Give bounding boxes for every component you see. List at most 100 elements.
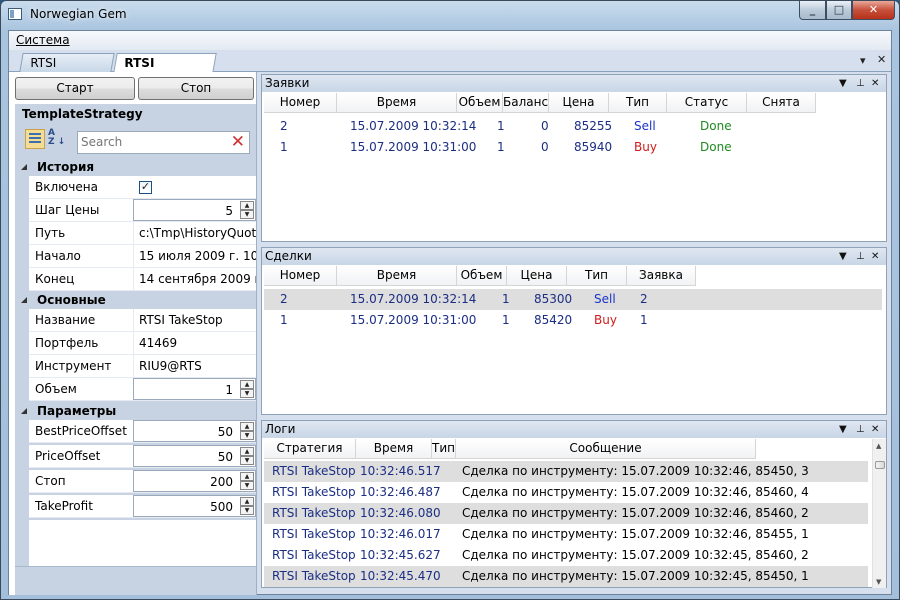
table-row[interactable]: RTSI TakeStop 10:32:46.487 Сделка по инс…: [264, 482, 868, 503]
app-icon[interactable]: [8, 8, 22, 20]
spinner[interactable]: ▲ ▼: [240, 447, 254, 466]
panel-close-icon[interactable]: ✕: [871, 249, 879, 265]
table-row[interactable]: 2 15.07.2009 10:32:14 1 0 85255 Sell Don…: [264, 116, 884, 137]
column-header[interactable]: Время: [337, 266, 457, 286]
column-header[interactable]: Время: [356, 439, 432, 459]
tab-close-icon[interactable]: ✕: [877, 53, 886, 66]
table-row[interactable]: RTSI TakeStop 10:32:46.517 Сделка по инс…: [264, 461, 868, 482]
start-button[interactable]: Старт: [15, 77, 135, 100]
column-header[interactable]: Заявка: [627, 266, 696, 286]
pin-icon[interactable]: ⊥: [856, 76, 865, 92]
spinner[interactable]: ▲ ▼: [240, 497, 254, 516]
cell: RTSI TakeStop: [272, 506, 356, 520]
logs-scrollbar[interactable]: ▲ ▼: [872, 439, 886, 588]
spinner[interactable]: ▲ ▼: [240, 422, 254, 441]
column-header[interactable]: Объем: [457, 266, 507, 286]
table-row[interactable]: 2 15.07.2009 10:32:14 1 85300 Sell 2: [264, 289, 882, 310]
column-header[interactable]: Тип: [609, 93, 667, 113]
cell: 2: [280, 119, 288, 133]
table-row[interactable]: RTSI TakeStop 10:32:45.470 Сделка по инс…: [264, 566, 868, 587]
sort-alphabetical-icon[interactable]: AZ ↓: [48, 129, 68, 149]
spinner[interactable]: ▲ ▼: [240, 201, 254, 220]
table-row[interactable]: RTSI TakeStop 10:32:46.017 Сделка по инс…: [264, 524, 868, 545]
column-header[interactable]: Баланс: [503, 93, 549, 113]
spin-down-icon[interactable]: ▼: [240, 481, 254, 490]
property-grid-toolbar: AZ ↓ ✕: [15, 124, 256, 156]
minimize-button[interactable]: _: [799, 1, 826, 20]
spin-down-icon[interactable]: ▼: [240, 506, 254, 515]
cell: Sell: [634, 119, 656, 133]
column-header[interactable]: Тип: [567, 266, 627, 286]
column-header[interactable]: Цена: [507, 266, 567, 286]
instrument-input[interactable]: RIU9@RTS: [133, 355, 256, 377]
prop-name: Шаг Цены: [35, 203, 100, 217]
table-row[interactable]: 1 15.07.2009 10:31:00 1 85420 Buy 1: [264, 310, 882, 331]
column-header[interactable]: Снята: [747, 93, 816, 113]
column-header[interactable]: Тип: [432, 439, 456, 459]
menu-system[interactable]: Система: [16, 33, 70, 47]
tab-rtsi-takestop[interactable]: RTSI TakeStop: [113, 53, 217, 88]
volume-input[interactable]: 1 ▲ ▼: [133, 378, 256, 400]
path-input[interactable]: c:\Tmp\HistoryQuotes\: [133, 222, 256, 244]
panel-close-icon[interactable]: ✕: [871, 76, 879, 92]
column-header[interactable]: Объем: [457, 93, 503, 113]
spin-up-icon[interactable]: ▲: [240, 472, 254, 481]
table-row[interactable]: RTSI TakeStop 10:32:45.627 Сделка по инс…: [264, 545, 868, 566]
column-header[interactable]: Время: [337, 93, 457, 113]
column-header[interactable]: Стратегия: [264, 439, 356, 459]
property-search-box[interactable]: ✕: [77, 131, 250, 154]
table-row[interactable]: RTSI TakeStop 10:32:46.080 Сделка по инс…: [264, 503, 868, 524]
spin-up-icon[interactable]: ▲: [240, 201, 254, 210]
panel-menu-icon[interactable]: ▼: [839, 422, 847, 438]
cell: 10:32:45.627: [360, 548, 441, 562]
strategy-name-input[interactable]: RTSI TakeStop: [133, 309, 256, 331]
spinner[interactable]: ▲ ▼: [240, 380, 254, 399]
column-header[interactable]: Цена: [549, 93, 609, 113]
start-date-input[interactable]: 15 июля 2009 г. 10:: [133, 245, 256, 267]
enabled-checkbox[interactable]: ✓: [139, 181, 152, 194]
column-header[interactable]: Номер: [264, 266, 337, 286]
column-header[interactable]: Статус: [667, 93, 747, 113]
cell: 1: [502, 292, 510, 306]
column-header[interactable]: Номер: [264, 93, 337, 113]
title-bar[interactable]: Norwegian Gem _ □ ✕: [1, 1, 899, 29]
table-row[interactable]: 1 15.07.2009 10:31:00 1 0 85940 Buy Done: [264, 137, 884, 158]
spin-up-icon[interactable]: ▲: [240, 447, 254, 456]
panel-menu-icon[interactable]: ▼: [839, 249, 847, 265]
tab-list-dropdown-icon[interactable]: ▾: [860, 54, 866, 67]
spin-up-icon[interactable]: ▲: [240, 422, 254, 431]
column-header[interactable]: Сообщение: [456, 439, 756, 459]
take-profit-input[interactable]: 500 ▲ ▼: [133, 495, 256, 517]
stop-button[interactable]: Стоп: [138, 77, 254, 100]
cell: Done: [700, 119, 732, 133]
spin-down-icon[interactable]: ▼: [240, 210, 254, 219]
spin-down-icon[interactable]: ▼: [240, 389, 254, 398]
category-history[interactable]: История: [15, 159, 256, 176]
clear-search-icon[interactable]: ✕: [231, 133, 245, 152]
price-step-input[interactable]: 5 ▲ ▼: [133, 199, 256, 221]
tab-rtsi-spread[interactable]: RTSI Spread: [19, 53, 115, 88]
portfolio-input[interactable]: 41469: [133, 332, 256, 354]
spin-up-icon[interactable]: ▲: [240, 497, 254, 506]
pin-icon[interactable]: ⊥: [856, 249, 865, 265]
close-button[interactable]: ✕: [852, 1, 895, 20]
price-offset-input[interactable]: 50 ▲ ▼: [133, 445, 256, 467]
best-price-offset-input[interactable]: 50 ▲ ▼: [133, 420, 256, 442]
scroll-up-icon[interactable]: ▲: [876, 442, 881, 450]
category-main[interactable]: Основные: [15, 292, 256, 309]
stop-input[interactable]: 200 ▲ ▼: [133, 470, 256, 492]
spin-down-icon[interactable]: ▼: [240, 431, 254, 440]
spin-up-icon[interactable]: ▲: [240, 380, 254, 389]
maximize-button[interactable]: □: [826, 1, 852, 20]
panel-menu-icon[interactable]: ▼: [839, 76, 847, 92]
end-date-input[interactable]: 14 сентября 2009 г.: [133, 268, 256, 290]
category-parameters[interactable]: Параметры: [15, 403, 256, 420]
property-search-input[interactable]: [81, 135, 221, 149]
categorized-view-icon[interactable]: [25, 129, 45, 149]
spinner[interactable]: ▲ ▼: [240, 472, 254, 491]
pin-icon[interactable]: ⊥: [856, 422, 865, 438]
spin-down-icon[interactable]: ▼: [240, 456, 254, 465]
panel-close-icon[interactable]: ✕: [871, 422, 879, 438]
scroll-down-icon[interactable]: ▼: [876, 578, 881, 586]
scroll-thumb[interactable]: [875, 461, 885, 469]
